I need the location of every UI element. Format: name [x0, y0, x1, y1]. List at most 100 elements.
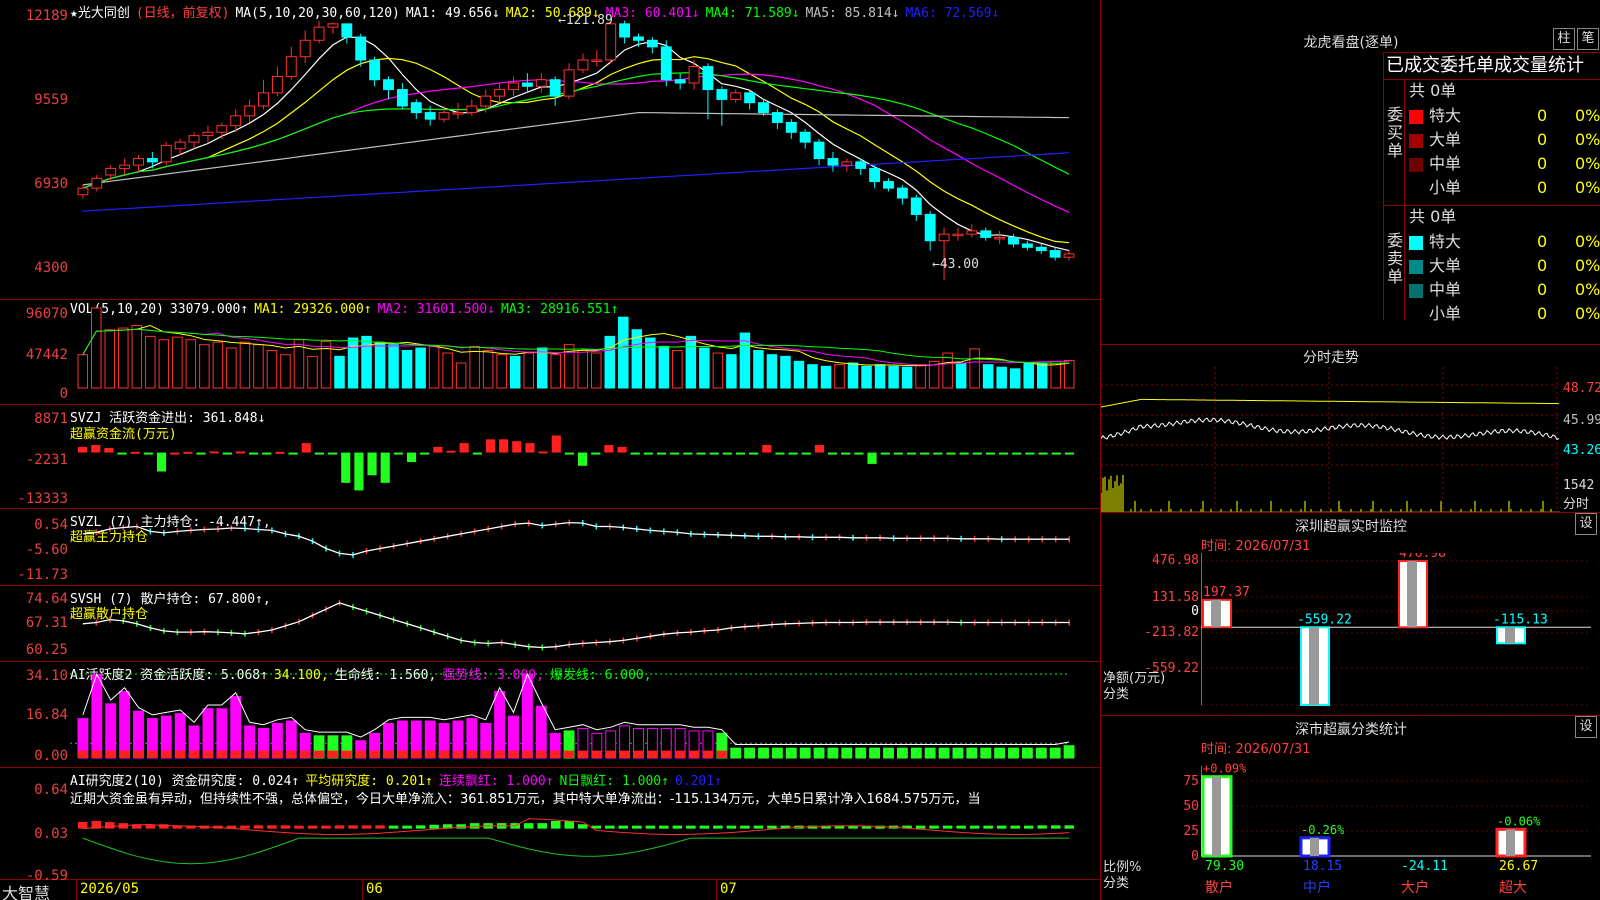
candle-body: [924, 213, 936, 242]
y-tick: 96070: [25, 306, 68, 322]
candle-body: [285, 56, 297, 77]
svsh-panel[interactable]: SVSH (7) 散户持仓: 67.800↑, 超赢散户持仓 74.64 67.…: [0, 586, 1100, 662]
svsh-chart[interactable]: [70, 586, 1100, 662]
activity-bar: [799, 747, 811, 759]
candle-body: [563, 69, 575, 97]
flow-bar: [1051, 452, 1061, 455]
candle-body: [646, 39, 658, 48]
flow-bar: [143, 452, 153, 455]
order-row: 大单 0 0%: [1407, 254, 1600, 278]
volume-bar: [888, 365, 899, 389]
volume-bar: [550, 354, 561, 389]
sz-y: -213.82: [1144, 625, 1199, 640]
volume-chart[interactable]: [70, 300, 1100, 405]
lhb-tabs[interactable]: 已成交委托单成交量统计: [1383, 52, 1600, 80]
sz-bar-chart[interactable]: 197.37散户-559.22中户476.98大户-115.13超大: [1201, 553, 1600, 716]
flow-bar: [170, 452, 180, 455]
sz-monitor-panel[interactable]: 深圳超赢实时监控 设 时间: 2026/07/31 476.98 131.58 …: [1100, 513, 1600, 716]
candle-body: [396, 89, 408, 107]
svzl-panel[interactable]: SVZL (7) 主力持仓: -4.447↑, 超赢主力持仓 0.54 -5.6…: [0, 509, 1100, 586]
flow-bar: [893, 452, 903, 455]
life-bar: [494, 750, 505, 758]
candle-panel[interactable]: ★光大同创 (日线，前复权) MA(5,10,20,30,60,120) MA1: 4…: [0, 0, 1100, 300]
pct-label: -0.06%: [1497, 814, 1541, 828]
intraday-chart[interactable]: [1101, 367, 1561, 513]
svzj-panel[interactable]: SVZJ 活跃资金进出: 361.848↓ 超赢资金流(万元) 8871 -22…: [0, 405, 1100, 509]
activity-bar: [869, 747, 881, 759]
research-bar: [699, 825, 710, 829]
research-bar: [1050, 825, 1061, 829]
column-view-button[interactable]: 柱: [1553, 28, 1575, 50]
flow-bar: [828, 452, 838, 455]
svzj-chart[interactable]: [70, 405, 1100, 509]
volume-bar: [1036, 362, 1048, 389]
candle-body: [299, 39, 311, 58]
intraday-panel[interactable]: 分时走势 48.72 45.99 43.26 1542 分时: [1100, 345, 1600, 513]
activity-bar: [785, 747, 797, 759]
order-count: 0: [1537, 232, 1548, 251]
life-bar: [272, 750, 283, 758]
y-tick: 60.25: [25, 642, 68, 658]
candle-chart[interactable]: ←121.89 ←43.00: [70, 0, 1100, 300]
fl-cat-label: 分类: [1103, 876, 1130, 891]
flow-bar: [972, 452, 982, 455]
sz-settings-button[interactable]: 设: [1575, 513, 1597, 535]
research-bar: [605, 825, 615, 829]
order-pct: 0%: [1575, 280, 1600, 299]
research-bar: [267, 825, 277, 829]
ai-activity-panel[interactable]: AI活跃度2 资金活跃度: 5.068↑ 34.100, 生命线: 1.560, 强势…: [0, 662, 1100, 768]
volume-bar: [334, 355, 345, 389]
candle-body: [313, 26, 325, 41]
flow-bar: [617, 446, 627, 453]
candle-body: [355, 36, 367, 61]
activity-bar: [855, 747, 867, 759]
activity-bar: [938, 747, 950, 759]
research-bar: [942, 825, 953, 829]
fl-y: 25: [1183, 824, 1199, 839]
order-pct: 0%: [1575, 232, 1600, 251]
life-bar: [453, 750, 463, 758]
brand-label[interactable]: 大智慧: [2, 880, 50, 900]
candle-body: [508, 82, 519, 91]
svzl-chart[interactable]: [70, 509, 1100, 586]
ratio-value: 79.30: [1205, 859, 1244, 874]
research-bar: [348, 825, 358, 829]
life-bar: [480, 750, 491, 758]
flow-bar: [959, 452, 969, 455]
volume-panel[interactable]: VOL(5,10,20) 33079.000↑ MA1: 29326.000↑ MA2…: [0, 300, 1100, 405]
flow-bar: [91, 444, 101, 453]
candle-body: [1035, 246, 1047, 252]
buy-orders: 共 0单 特大 0 0% 大单 0 0% 中单 0 0% 小单 0 0%: [1407, 80, 1600, 200]
research-bar: [726, 825, 737, 829]
order-pct: 0%: [1575, 304, 1600, 323]
volume-bar: [807, 364, 818, 389]
flow-bar: [341, 452, 351, 483]
life-bar: [203, 750, 213, 758]
life-bar: [703, 750, 713, 758]
research-bar: [969, 825, 980, 829]
ratio-value: -24.11: [1401, 859, 1448, 874]
fl-settings-button[interactable]: 设: [1575, 716, 1597, 738]
candle-body: [980, 230, 992, 238]
volume-bar: [347, 337, 359, 389]
candle-body: [327, 23, 339, 28]
flow-bar: [380, 452, 390, 483]
ai-activity-chart[interactable]: [70, 662, 1100, 768]
ai-research-panel[interactable]: AI研究度2(10) 资金研究度: 0.024↑ 平均研究度: 0.201↑ 连续飘…: [0, 768, 1100, 884]
sz-class-panel[interactable]: 深市超赢分类统计 设 时间: 2026/07/31 75 50 25 0 比例%…: [1100, 716, 1600, 900]
life-bar: [633, 750, 644, 758]
ai-research-chart[interactable]: [70, 768, 1100, 880]
flow-bar: [249, 452, 259, 455]
flow-bar: [643, 452, 653, 455]
research-bar: [564, 820, 574, 829]
volume-bar: [307, 355, 318, 389]
candle-body: [188, 135, 200, 143]
y-tick: 4300: [34, 260, 68, 276]
volume-bar: [442, 352, 453, 389]
fl-bar-chart[interactable]: +0.09% 79.30 散户 -0.26% 18.15 中户 -24.11 大户 -0.06%…: [1201, 746, 1600, 900]
life-bar: [300, 750, 311, 758]
life-bar: [647, 750, 658, 758]
research-bar: [105, 822, 115, 829]
tick-view-button[interactable]: 笔: [1577, 28, 1599, 50]
candle-body: [77, 187, 89, 196]
